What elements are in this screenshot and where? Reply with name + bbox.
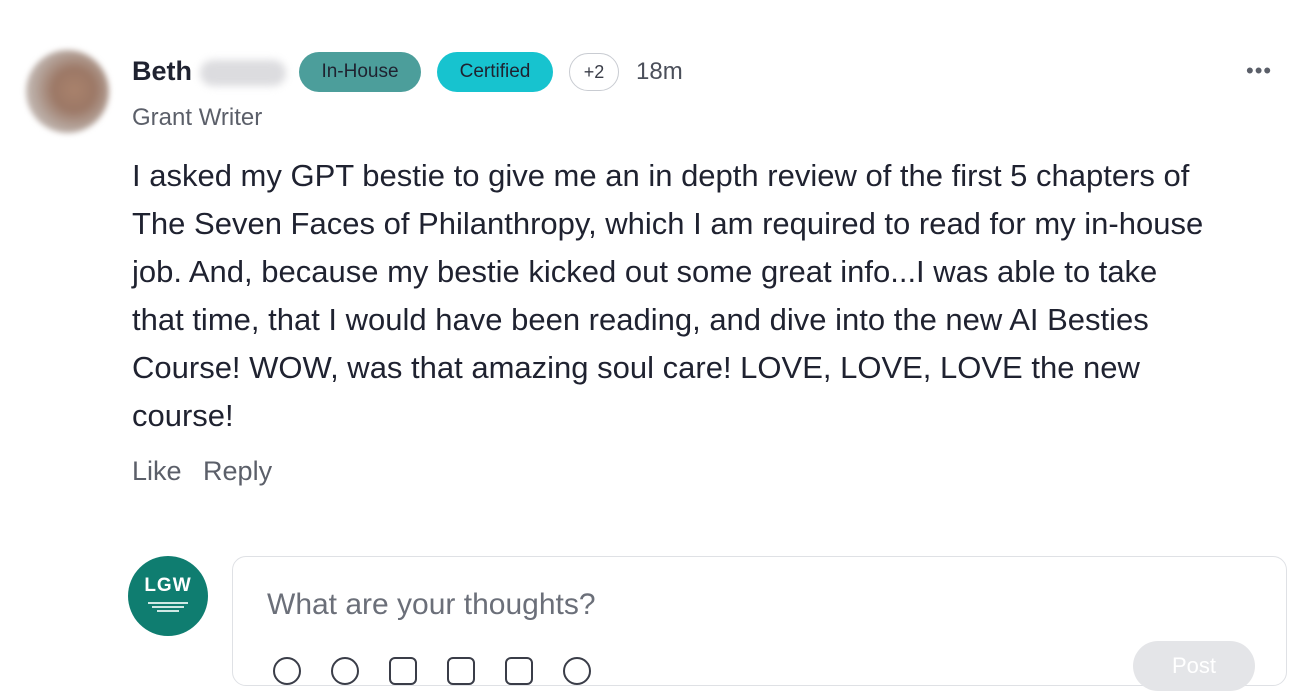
comment-composer: Post xyxy=(232,556,1287,691)
post-actions: Like Reply xyxy=(132,456,286,487)
avatar-initials: LGW xyxy=(144,574,192,596)
author-role: Grant Writer xyxy=(132,104,263,131)
attachment-icon[interactable] xyxy=(389,657,417,685)
like-button[interactable]: Like xyxy=(132,456,182,486)
redacted-surname xyxy=(200,60,286,86)
avatar-logo-lines xyxy=(148,600,188,612)
badge-in-house[interactable]: In-House xyxy=(299,52,421,92)
comment-input[interactable] xyxy=(265,587,1169,623)
badge-more-count[interactable]: +2 xyxy=(569,53,619,91)
video-icon[interactable] xyxy=(505,657,533,685)
gif-icon[interactable] xyxy=(563,657,591,685)
current-user-avatar[interactable]: LGW xyxy=(128,556,208,636)
composer-toolbar xyxy=(273,657,591,685)
author-avatar[interactable] xyxy=(26,50,109,133)
post-body: I asked my GPT bestie to give me an in d… xyxy=(132,158,1204,433)
badge-certified[interactable]: Certified xyxy=(437,52,553,92)
emoji-icon[interactable] xyxy=(273,657,301,685)
reply-button[interactable]: Reply xyxy=(203,456,272,486)
more-options-icon[interactable]: ••• xyxy=(1246,58,1272,84)
mention-icon[interactable] xyxy=(331,657,359,685)
post-timestamp: 18m xyxy=(636,58,683,85)
image-icon[interactable] xyxy=(447,657,475,685)
author-name[interactable]: Beth xyxy=(132,56,192,87)
post-button[interactable]: Post xyxy=(1133,641,1255,691)
